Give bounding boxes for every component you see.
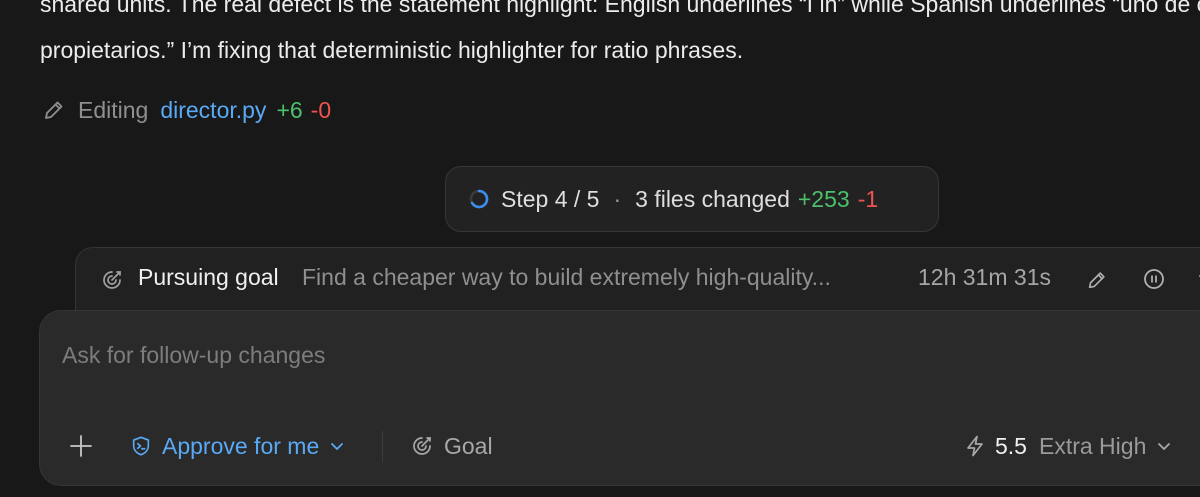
chevron-down-icon bbox=[329, 438, 345, 454]
lightning-icon bbox=[965, 435, 985, 457]
chevron-down-icon[interactable] bbox=[1194, 267, 1200, 291]
chat-panel: shared units. The real defect is the sta… bbox=[0, 0, 1200, 497]
plus-icon bbox=[70, 435, 92, 457]
goal-button-label: Goal bbox=[444, 432, 493, 459]
files-changed: 3 files changed bbox=[635, 185, 790, 212]
spinner-icon bbox=[468, 188, 490, 210]
toolbar-divider bbox=[382, 431, 383, 463]
reasoning-effort: Extra High bbox=[1038, 432, 1147, 459]
edited-file-link[interactable]: director.py bbox=[160, 97, 266, 124]
goal-icon bbox=[410, 434, 434, 458]
goal-elapsed-time: 12h 31m 31s bbox=[918, 264, 1051, 290]
approval-mode-dropdown[interactable]: Approve for me bbox=[130, 429, 345, 463]
message-line: propietarios.” I’m fixing that determini… bbox=[40, 37, 744, 63]
approval-mode-label: Approve for me bbox=[162, 432, 320, 459]
goal-icon bbox=[100, 268, 124, 292]
message-line: shared units. The real defect is the sta… bbox=[40, 0, 1200, 17]
separator-dot: · bbox=[613, 185, 622, 212]
follow-up-input[interactable] bbox=[62, 337, 1062, 373]
step-progress-pill[interactable]: Step 4 / 5 · 3 files changed +253 -1 bbox=[445, 166, 939, 232]
chevron-down-icon bbox=[1156, 438, 1172, 454]
pencil-icon bbox=[42, 98, 66, 122]
model-version: 5.5 bbox=[995, 432, 1027, 459]
model-selector[interactable]: 5.5 Extra High bbox=[965, 429, 1172, 463]
edit-status-label: Editing bbox=[78, 96, 149, 123]
edit-goal-button[interactable] bbox=[1086, 269, 1108, 291]
deletions-count: -0 bbox=[310, 96, 332, 123]
pause-goal-button[interactable] bbox=[1142, 267, 1166, 291]
deletions-count: -1 bbox=[857, 185, 879, 212]
composer: Approve for me Goal bbox=[39, 310, 1200, 486]
goal-button[interactable]: Goal bbox=[410, 429, 493, 463]
shield-terminal-icon bbox=[130, 435, 152, 457]
goal-title: Pursuing goal bbox=[138, 264, 279, 290]
step-counter: Step 4 / 5 bbox=[501, 185, 600, 212]
edit-status: Editing director.py +6 -0 bbox=[42, 94, 331, 126]
add-attachment-button[interactable] bbox=[66, 431, 96, 461]
goal-description: Find a cheaper way to build extremely hi… bbox=[302, 264, 831, 290]
additions-count: +253 bbox=[797, 185, 850, 212]
assistant-message: shared units. The real defect is the sta… bbox=[40, 0, 1200, 73]
additions-count: +6 bbox=[276, 96, 303, 123]
